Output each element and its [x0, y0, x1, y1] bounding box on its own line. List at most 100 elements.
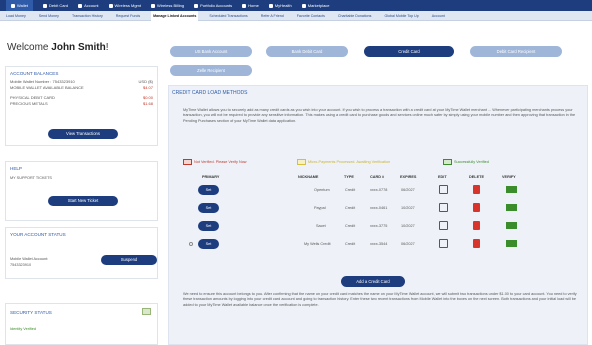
identity-verified-label: Identity Verified — [10, 327, 36, 331]
start-new-ticket-button[interactable]: Start New Ticket — [48, 196, 118, 206]
card-expires: 10/2027 — [401, 224, 415, 228]
delete-icon[interactable] — [473, 203, 480, 212]
portfolio-icon — [194, 3, 199, 8]
account-status-panel: YOUR ACCOUNT STATUS Mobile Wallet Accoun… — [5, 227, 158, 279]
red-card-icon — [183, 159, 192, 165]
subnav-send-money[interactable]: Send Money — [37, 11, 61, 21]
set-primary-button[interactable]: Set — [198, 185, 219, 195]
edit-icon[interactable] — [439, 221, 448, 230]
col-expires: EXPIRES — [400, 175, 417, 179]
billing-icon — [151, 3, 155, 8]
legend-not-verified: Not Verified. Please Verify Now — [183, 159, 247, 165]
tab-wireless-billing[interactable]: Wireless Billing — [151, 3, 184, 8]
bank-debit-card-button[interactable]: Bank Debit Card — [266, 46, 348, 57]
tab-myhealth[interactable]: MyHealth — [268, 3, 292, 8]
col-primary: PRIMARY — [202, 175, 220, 179]
credit-card-button[interactable]: Credit Card — [364, 46, 454, 57]
us-bank-account-button[interactable]: US Bank Account — [170, 46, 252, 57]
primary-radio[interactable] — [189, 242, 193, 246]
subnav-transaction-history[interactable]: Transaction History — [70, 11, 105, 21]
add-credit-card-button[interactable]: Add a Credit Card — [341, 276, 405, 287]
card-type: Credit — [345, 224, 356, 228]
sub-nav: Load Money Send Money Transaction Histor… — [0, 10, 592, 21]
card-type: Credit — [345, 188, 356, 192]
table-row: Set Sacet Credit xxxx-3775 10/2027 — [185, 221, 565, 232]
tab-home[interactable]: Home — [242, 3, 259, 8]
table-row: Set Opentum Credit xxxx-0778 06/2027 — [185, 185, 565, 196]
main-content: US Bank Account Bank Debit Card Credit C… — [168, 30, 588, 345]
verify-card-icon[interactable] — [506, 204, 517, 211]
verification-info-text: We need to ensure this account belongs t… — [183, 292, 577, 307]
subnav-manage-linked-accounts[interactable]: Manage Linked Accounts — [151, 10, 199, 21]
verify-card-icon[interactable] — [506, 186, 517, 193]
tab-portfolio[interactable]: Portfolio Accounts — [194, 3, 232, 8]
health-icon — [268, 3, 273, 8]
subnav-load-money[interactable]: Load Money — [4, 11, 28, 21]
yellow-card-icon — [297, 159, 306, 165]
table-row: Set Paypal Credit xxxx-0461 10/2027 — [185, 203, 565, 214]
suspend-button[interactable]: Suspend — [101, 255, 157, 265]
verify-card-icon[interactable] — [506, 240, 517, 247]
col-type: TYPE — [344, 175, 354, 179]
section-title: CREDIT CARD LOAD METHODS — [172, 90, 248, 96]
delete-icon[interactable] — [473, 239, 480, 248]
card-number: xxxx-0778 — [370, 188, 388, 192]
legend-verified: Successfully Verified — [443, 159, 489, 165]
account-icon — [78, 3, 83, 8]
credit-card-section: CREDIT CARD LOAD METHODS MyTime Wallet a… — [168, 85, 588, 345]
set-primary-button[interactable]: Set — [198, 203, 219, 213]
edit-icon[interactable] — [439, 203, 448, 212]
subnav-global-top-up[interactable]: Global Mobile Top Up — [382, 11, 420, 21]
card-type: Credit — [345, 206, 356, 210]
security-status-title: SECURITY STATUS — [10, 310, 52, 315]
delete-icon[interactable] — [473, 185, 480, 194]
col-delete: DELETE — [469, 175, 484, 179]
card-expires: 10/2027 — [401, 206, 415, 210]
account-status-title: YOUR ACCOUNT STATUS — [10, 232, 66, 237]
delete-icon[interactable] — [473, 221, 480, 230]
set-primary-button[interactable]: Set — [198, 221, 219, 231]
debit-card-recipient-button[interactable]: Debit Card Recipient — [470, 46, 562, 57]
wireless-icon — [108, 3, 113, 8]
set-primary-button[interactable]: Set — [198, 239, 219, 249]
subnav-charitable-donations[interactable]: Charitable Donations — [336, 11, 374, 21]
zelle-recipient-button[interactable]: Zelle Recipient — [170, 65, 252, 76]
subnav-scheduled-transactions[interactable]: Scheduled Transactions — [207, 11, 249, 21]
subnav-account[interactable]: Account — [430, 11, 447, 21]
tab-wallet[interactable]: Wallet — [6, 0, 33, 11]
edit-icon[interactable] — [439, 239, 448, 248]
help-panel: HELP MY SUPPORT TICKETS Start New Ticket — [5, 161, 158, 221]
table-header: PRIMARY NICKNAME TYPE CARD # EXPIRES EDI… — [185, 175, 565, 181]
col-card: CARD # — [370, 175, 385, 179]
subnav-request-funds[interactable]: Request Funds — [114, 11, 142, 21]
tab-debit-card[interactable]: Debit Card — [42, 3, 68, 8]
top-nav: Wallet Debit Card Account Wireless Mgmt … — [0, 0, 592, 11]
home-icon — [242, 3, 247, 8]
account-balances-panel: ACCOUNT BALANCES Mobile Wallet Number : … — [5, 66, 158, 146]
tab-wireless-mgmt[interactable]: Wireless Mgmt — [108, 3, 141, 8]
subnav-favorite-contacts[interactable]: Favorite Contacts — [295, 11, 327, 21]
legend-micro-payments: Micro-Payments Processed. Awaiting Verif… — [297, 159, 390, 165]
card-expires: 06/2027 — [401, 188, 415, 192]
wallet-icon — [11, 3, 15, 8]
welcome-heading: Welcome John Smith! — [7, 42, 109, 53]
card-number: xxxx-3775 — [370, 224, 388, 228]
card-type: Credit — [345, 242, 356, 246]
col-verify: VERIFY — [502, 175, 516, 179]
wallet-account-label: Mobile Wallet Account: — [10, 257, 49, 261]
verify-card-icon[interactable] — [506, 222, 517, 229]
cart-icon — [301, 3, 306, 8]
edit-icon[interactable] — [439, 185, 448, 194]
card-icon — [42, 3, 47, 8]
card-nickname: Paypal — [314, 206, 326, 210]
intro-text: MyTime Wallet allows you to securely add… — [183, 108, 576, 123]
view-transactions-button[interactable]: View Transactions — [48, 129, 118, 139]
help-title: HELP — [10, 166, 23, 171]
subnav-refer-friend[interactable]: Refer A Friend — [259, 11, 286, 21]
col-edit: EDIT — [438, 175, 447, 179]
card-number: xxxx-0461 — [370, 206, 388, 210]
card-nickname: My Wells Credit — [304, 242, 331, 246]
tab-marketplace[interactable]: Marketplace — [301, 3, 330, 8]
tab-account[interactable]: Account — [78, 3, 99, 8]
green-card-icon — [443, 159, 452, 165]
